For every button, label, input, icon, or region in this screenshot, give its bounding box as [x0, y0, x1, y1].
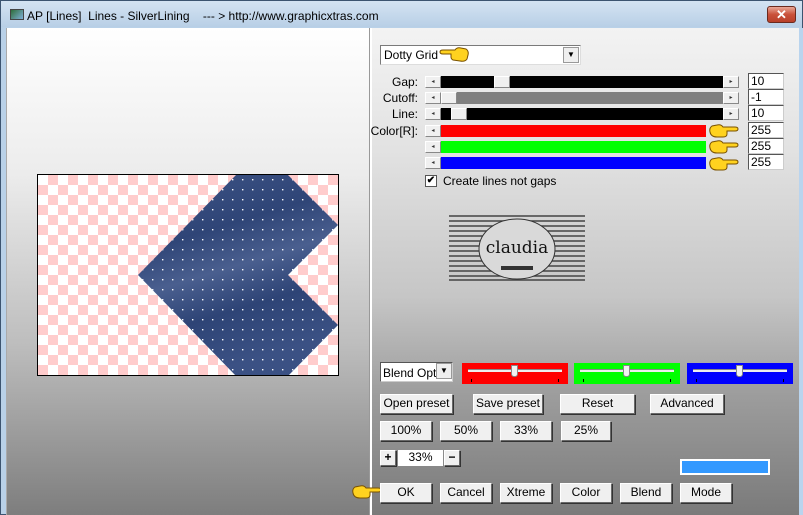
- gap-value-field[interactable]: 10: [748, 73, 784, 89]
- green-value-field[interactable]: 255: [748, 138, 784, 154]
- blend-red-thumb[interactable]: [511, 365, 518, 377]
- gap-label: Gap:: [391, 75, 418, 89]
- zoom-100-button[interactable]: 100%: [380, 421, 432, 441]
- chevron-down-icon[interactable]: ▼: [436, 363, 452, 379]
- zoom-level-field[interactable]: 33%: [398, 450, 443, 466]
- close-button[interactable]: ✕: [767, 6, 796, 23]
- tick-mark: [696, 379, 697, 382]
- create-lines-label[interactable]: Create lines not gaps: [443, 174, 556, 188]
- window-border-right: [799, 28, 803, 515]
- ok-button[interactable]: OK: [380, 483, 432, 503]
- cutoff-scroll-left-button[interactable]: ◂: [425, 92, 441, 104]
- preset-dropdown-value: Dotty Grid: [384, 48, 439, 62]
- blend-red-slider[interactable]: [462, 363, 568, 384]
- logo-text: claudia: [486, 238, 549, 258]
- blend-blue-slider[interactable]: [687, 363, 793, 384]
- blue-scroll-left-button[interactable]: ◂: [425, 157, 441, 169]
- pointing-hand-icon: [439, 47, 469, 62]
- preview-shape: [138, 175, 338, 375]
- preset-dropdown[interactable]: Dotty Grid ▼: [380, 45, 581, 65]
- blend-green-thumb[interactable]: [623, 365, 630, 377]
- gap-scroll-left-button[interactable]: ◂: [425, 76, 441, 88]
- title-bar[interactable]: AP [Lines] Lines - SilverLining --- > ht…: [1, 1, 802, 27]
- color-label: Color[R]:: [370, 124, 418, 138]
- red-value-field[interactable]: 255: [748, 122, 784, 138]
- save-preset-button[interactable]: Save preset: [473, 394, 543, 414]
- pointing-hand-icon: [709, 157, 739, 171]
- tick-mark: [583, 379, 584, 382]
- tick-mark: [670, 379, 671, 382]
- blue-slider-track[interactable]: [441, 157, 706, 169]
- pointing-hand-icon: [352, 485, 382, 499]
- pointing-hand-icon: [709, 124, 739, 138]
- line-slider-thumb[interactable]: [451, 108, 467, 120]
- line-scroll-right-button[interactable]: ▸: [723, 108, 739, 120]
- claudia-logo: claudia: [449, 215, 585, 281]
- gap-scroll-right-button[interactable]: ▸: [723, 76, 739, 88]
- color-button[interactable]: Color: [560, 483, 612, 503]
- line-scroll-left-button[interactable]: ◂: [425, 108, 441, 120]
- pointing-hand-icon: [709, 140, 739, 154]
- zoom-33-button[interactable]: 33%: [500, 421, 552, 441]
- color-swatch[interactable]: [680, 459, 770, 475]
- blend-blue-thumb[interactable]: [736, 365, 743, 377]
- app-icon: [10, 9, 24, 20]
- plugin-window: AP [Lines] Lines - SilverLining --- > ht…: [0, 0, 803, 515]
- line-value-field[interactable]: 10: [748, 105, 784, 121]
- mode-button[interactable]: Mode: [680, 483, 732, 503]
- blend-options-select[interactable]: Blend Options ▼: [380, 362, 453, 382]
- blend-green-slider[interactable]: [574, 363, 680, 384]
- window-title: AP [Lines] Lines - SilverLining --- > ht…: [27, 9, 379, 23]
- zoom-50-button[interactable]: 50%: [440, 421, 492, 441]
- green-slider-track[interactable]: [441, 141, 706, 153]
- open-preset-button[interactable]: Open preset: [380, 394, 453, 414]
- dot-grid-overlay: [138, 175, 338, 375]
- preview-image[interactable]: [37, 174, 339, 376]
- tick-mark: [783, 379, 784, 382]
- cutoff-value-field[interactable]: -1: [748, 89, 784, 105]
- zoom-in-button[interactable]: +: [380, 450, 396, 466]
- advanced-button[interactable]: Advanced: [650, 394, 724, 414]
- zoom-out-button[interactable]: −: [444, 450, 460, 466]
- red-slider-track[interactable]: [441, 125, 706, 137]
- reset-button[interactable]: Reset: [560, 394, 635, 414]
- gap-slider-track[interactable]: [441, 76, 723, 88]
- tick-mark: [558, 379, 559, 382]
- cutoff-label: Cutoff:: [382, 91, 418, 105]
- zoom-25-button[interactable]: 25%: [561, 421, 611, 441]
- line-slider-track[interactable]: [441, 108, 723, 120]
- cutoff-slider-track[interactable]: [441, 92, 723, 104]
- blend-button[interactable]: Blend: [620, 483, 672, 503]
- chevron-down-icon[interactable]: ▼: [563, 47, 579, 63]
- green-scroll-left-button[interactable]: ◂: [425, 141, 441, 153]
- tick-mark: [471, 379, 472, 382]
- xtreme-button[interactable]: Xtreme: [500, 483, 552, 503]
- cutoff-scroll-right-button[interactable]: ▸: [723, 92, 739, 104]
- gap-slider-thumb[interactable]: [494, 76, 510, 88]
- cancel-button[interactable]: Cancel: [440, 483, 492, 503]
- create-lines-checkbox[interactable]: ✔: [425, 175, 437, 187]
- cutoff-slider-thumb[interactable]: [441, 92, 457, 104]
- blue-value-field[interactable]: 255: [748, 154, 784, 170]
- red-scroll-left-button[interactable]: ◂: [425, 125, 441, 137]
- line-label: Line:: [391, 107, 418, 121]
